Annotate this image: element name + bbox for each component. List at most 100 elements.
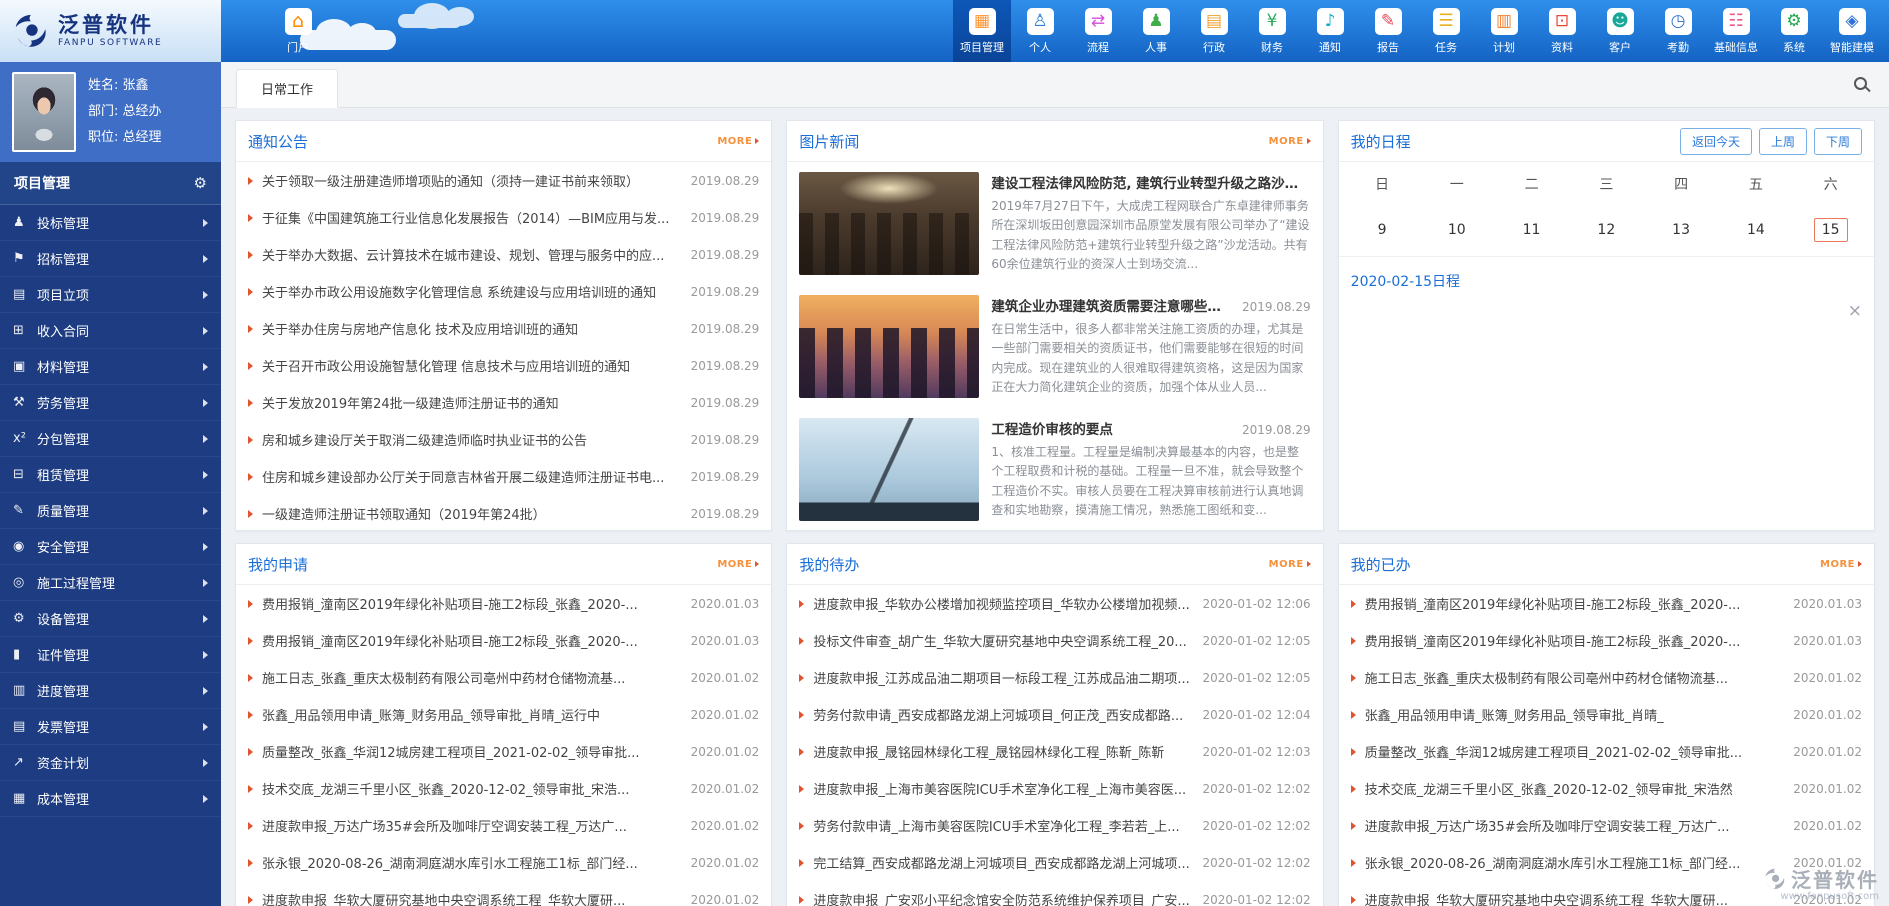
sidebar-menu-item[interactable]: ▮ 证件管理 bbox=[0, 637, 221, 673]
date-cell[interactable]: 12 bbox=[1569, 208, 1644, 252]
sidebar-menu-item[interactable]: ♟ 投标管理 bbox=[0, 205, 221, 241]
notice-row[interactable]: 于征集《中国建筑施工行业信息化发展报告（2014）—BIM应用与发... 201… bbox=[236, 199, 771, 236]
top-nav-item[interactable]: ♪ 通知 bbox=[1301, 0, 1359, 62]
sidebar-menu-item[interactable]: ◎ 施工过程管理 bbox=[0, 565, 221, 601]
todo-row[interactable]: 劳务付款申请_上海市美容医院ICU手术室净化工程_李若若_上... 2020-0… bbox=[787, 807, 1322, 844]
sidebar-menu-item[interactable]: ⊟ 租赁管理 bbox=[0, 457, 221, 493]
date-cell[interactable]: 15 bbox=[1793, 208, 1868, 252]
top-nav-item[interactable]: ▦ 项目管理 bbox=[953, 0, 1011, 62]
notice-row[interactable]: 关于举办大数据、云计算技术在城市建设、规划、管理与服务中的应... 2019.0… bbox=[236, 236, 771, 273]
done-row[interactable]: 进度款申报_华软大厦研究基地中央空调系统工程_华软大厦研... 2020.01.… bbox=[1339, 881, 1874, 906]
date-cell[interactable]: 9 bbox=[1345, 208, 1420, 252]
top-nav-item[interactable]: ☻ 客户 bbox=[1591, 0, 1649, 62]
top-nav-item[interactable]: ⚙ 系统 bbox=[1765, 0, 1823, 62]
news-item[interactable]: 工程造价审核的要点 2019.08.29 1、核准工程量。工程量是编制决算最基本… bbox=[787, 408, 1322, 530]
top-nav-item[interactable]: ⊡ 资料 bbox=[1533, 0, 1591, 62]
todo-row[interactable]: 劳务付款申请_西安成都路龙湖上河城项目_何正茂_西安成都路... 2020-01… bbox=[787, 696, 1322, 733]
done-row[interactable]: 张鑫_用品领用申请_账簿_财务用品_领导审批_肖晴_ 2020.01.02 bbox=[1339, 696, 1874, 733]
date-cell[interactable]: 11 bbox=[1494, 208, 1569, 252]
sidebar-menu-item[interactable]: ▥ 进度管理 bbox=[0, 673, 221, 709]
todo-row[interactable]: 进度款申报_上海市美容医院ICU手术室净化工程_上海市美容医... 2020-0… bbox=[787, 770, 1322, 807]
done-row[interactable]: 费用报销_潼南区2019年绿化补贴项目-施工2标段_张鑫_2020-... 20… bbox=[1339, 622, 1874, 659]
top-nav-item[interactable]: ▤ 行政 bbox=[1185, 0, 1243, 62]
sidebar-menu-item[interactable]: ▣ 材料管理 bbox=[0, 349, 221, 385]
date-cell[interactable]: 10 bbox=[1419, 208, 1494, 252]
done-row[interactable]: 施工日志_张鑫_重庆太极制药有限公司亳州中药材仓储物流基... 2020.01.… bbox=[1339, 659, 1874, 696]
top-nav-portal[interactable]: ⌂ 门户 bbox=[269, 0, 327, 62]
back-to-today-button[interactable]: 返回今天 bbox=[1679, 127, 1752, 155]
sidebar-menu-item[interactable]: ⚙ 设备管理 bbox=[0, 601, 221, 637]
gear-icon[interactable]: ⚙ bbox=[194, 174, 207, 192]
sidebar-menu-item[interactable]: ▤ 发票管理 bbox=[0, 709, 221, 745]
top-nav-item[interactable]: ¥ 财务 bbox=[1243, 0, 1301, 62]
application-row[interactable]: 质量整改_张鑫_华润12城房建工程项目_2021-02-02_领导审批... 2… bbox=[236, 733, 771, 770]
sidebar-menu-item-icon: ♟ bbox=[13, 215, 25, 230]
todo-row[interactable]: 进度款申报_广安邓小平纪念馆安全防范系统维护保养项目_广安... 2020-01… bbox=[787, 881, 1322, 906]
close-icon[interactable]: × bbox=[1848, 303, 1862, 320]
todos-more-button[interactable]: MORE bbox=[1269, 559, 1311, 570]
sidebar-menu-item[interactable]: ▦ 成本管理 bbox=[0, 781, 221, 817]
notice-row[interactable]: 关于举办市政公用设施数字化管理信息 系统建设与应用培训班的通知 2019.08.… bbox=[236, 273, 771, 310]
todo-row[interactable]: 进度款申报_华软办公楼增加视频监控项目_华软办公楼增加视频... 2020-01… bbox=[787, 585, 1322, 622]
notice-row[interactable]: 关于召开市政公用设施智慧化管理 信息技术与应用培训班的通知 2019.08.29 bbox=[236, 347, 771, 384]
top-nav-item[interactable]: ▥ 计划 bbox=[1475, 0, 1533, 62]
top-nav-item[interactable]: ◷ 考勤 bbox=[1649, 0, 1707, 62]
sidebar-menu-item[interactable]: ▤ 项目立项 bbox=[0, 277, 221, 313]
sidebar-menu-item[interactable]: ◉ 安全管理 bbox=[0, 529, 221, 565]
top-nav-item[interactable]: ◈ 智能建模 bbox=[1823, 0, 1881, 62]
sidebar-menu-item[interactable]: ↗ 资金计划 bbox=[0, 745, 221, 781]
top-nav-item[interactable]: ⇄ 流程 bbox=[1069, 0, 1127, 62]
todo-row[interactable]: 投标文件审查_胡广生_华软大厦研究基地中央空调系统工程_20... 2020-0… bbox=[787, 622, 1322, 659]
top-nav-item[interactable]: ☷ 基础信息 bbox=[1707, 0, 1765, 62]
todo-row[interactable]: 进度款申报_晟铭园林绿化工程_晟铭园林绿化工程_陈靳_陈靳 2020-01-02… bbox=[787, 733, 1322, 770]
done-more-button[interactable]: MORE bbox=[1820, 559, 1862, 570]
sidebar-menu-item[interactable]: ⚒ 劳务管理 bbox=[0, 385, 221, 421]
news-item[interactable]: 建筑企业办理建筑资质需要注意哪些细节 2019.08.29 在日常生活中，很多人… bbox=[787, 285, 1322, 408]
application-row[interactable]: 施工日志_张鑫_重庆太极制药有限公司亳州中药材仓储物流基... 2020.01.… bbox=[236, 659, 771, 696]
done-row[interactable]: 费用报销_潼南区2019年绿化补贴项目-施工2标段_张鑫_2020-... 20… bbox=[1339, 585, 1874, 622]
done-row[interactable]: 质量整改_张鑫_华润12城房建工程项目_2021-02-02_领导审批... 2… bbox=[1339, 733, 1874, 770]
previous-week-button[interactable]: 上周 bbox=[1758, 127, 1807, 155]
notice-row[interactable]: 房和城乡建设厅关于取消二级建造师临时执业证书的公告 2019.08.29 bbox=[236, 421, 771, 458]
application-row[interactable]: 进度款申报_华软大厦研究基地中央空调系统工程_华软大厦研... 2020.01.… bbox=[236, 881, 771, 906]
sidebar-menu-item[interactable]: x² 分包管理 bbox=[0, 421, 221, 457]
bullet-arrow-icon bbox=[1350, 636, 1356, 645]
notice-row[interactable]: 住房和城乡建设部办公厅关于同意吉林省开展二级建造师注册证书电... 2019.0… bbox=[236, 458, 771, 495]
search-icon[interactable] bbox=[1854, 77, 1867, 90]
done-row[interactable]: 技术交底_龙湖三千里小区_张鑫_2020-12-02_领导审批_宋浩然 2020… bbox=[1339, 770, 1874, 807]
sidebar-menu-item[interactable]: ✎ 质量管理 bbox=[0, 493, 221, 529]
application-row[interactable]: 张鑫_用品领用申请_账簿_财务用品_领导审批_肖晴_运行中 2020.01.02 bbox=[236, 696, 771, 733]
application-row[interactable]: 费用报销_潼南区2019年绿化补贴项目-施工2标段_张鑫_2020-... 20… bbox=[236, 585, 771, 622]
sidebar-menu-item[interactable]: ⊞ 收入合同 bbox=[0, 313, 221, 349]
done-row[interactable]: 张永银_2020-08-26_湖南洞庭湖水库引水工程施工1标_部门经... 20… bbox=[1339, 844, 1874, 881]
sidebar-menu-item[interactable]: ⚑ 招标管理 bbox=[0, 241, 221, 277]
top-nav-item[interactable]: ♟ 人事 bbox=[1127, 0, 1185, 62]
todo-row[interactable]: 进度款申报_江苏成品油二期项目一标段工程_江苏成品油二期项... 2020-01… bbox=[787, 659, 1322, 696]
date-cell[interactable]: 14 bbox=[1718, 208, 1793, 252]
application-row[interactable]: 费用报销_潼南区2019年绿化补贴项目-施工2标段_张鑫_2020-... 20… bbox=[236, 622, 771, 659]
application-row[interactable]: 进度款申报_万达广场35#会所及咖啡厅空调安装工程_万达广... 2020.01… bbox=[236, 807, 771, 844]
notice-row[interactable]: 一级建造师注册证书领取通知（2019年第24批） 2019.08.29 bbox=[236, 495, 771, 530]
notice-row[interactable]: 关于领取一级注册建造师增项贴的通知（须持一建证书前来领取） 2019.08.29 bbox=[236, 162, 771, 199]
next-week-button[interactable]: 下周 bbox=[1813, 127, 1862, 155]
top-nav-item[interactable]: ♙ 个人 bbox=[1011, 0, 1069, 62]
news-more-button[interactable]: MORE bbox=[1269, 136, 1311, 147]
sidebar-section-title: 项目管理 ⚙ bbox=[0, 162, 221, 205]
application-row[interactable]: 技术交底_龙湖三千里小区_张鑫_2020-12-02_领导审批_宋浩... 20… bbox=[236, 770, 771, 807]
sidebar-menu-item-label: 设备管理 bbox=[37, 613, 90, 628]
top-nav-item[interactable]: ✎ 报告 bbox=[1359, 0, 1417, 62]
notice-row[interactable]: 关于举办住房与房地产信息化 技术及应用培训班的通知 2019.08.29 bbox=[236, 310, 771, 347]
notice-text: 于征集《中国建筑施工行业信息化发展报告（2014）—BIM应用与发... bbox=[262, 212, 670, 227]
news-item[interactable]: 建设工程法律风险防范, 建筑行业转型升级之路沙龙活动 2019年7月27日下午，… bbox=[787, 162, 1322, 285]
date-cell[interactable]: 13 bbox=[1644, 208, 1719, 252]
application-row[interactable]: 张永银_2020-08-26_湖南洞庭湖水库引水工程施工1标_部门经... 20… bbox=[236, 844, 771, 881]
top-nav-item-icon: ♟ bbox=[1142, 8, 1170, 35]
top-nav-item[interactable]: ☰ 任务 bbox=[1417, 0, 1475, 62]
todo-date: 2020-01-02 12:06 bbox=[1202, 596, 1311, 611]
applications-more-button[interactable]: MORE bbox=[717, 559, 759, 570]
done-row[interactable]: 进度款申报_万达广场35#会所及咖啡厅空调安装工程_万达广... 2020.01… bbox=[1339, 807, 1874, 844]
todo-row[interactable]: 完工结算_西安成都路龙湖上河城项目_西安成都路龙湖上河城项... 2020-01… bbox=[787, 844, 1322, 881]
tab-daily-work[interactable]: 日常工作 bbox=[236, 69, 339, 108]
notice-row[interactable]: 关于发放2019年第24批一级建造师注册证书的通知 2019.08.29 bbox=[236, 384, 771, 421]
notices-more-button[interactable]: MORE bbox=[717, 136, 759, 147]
